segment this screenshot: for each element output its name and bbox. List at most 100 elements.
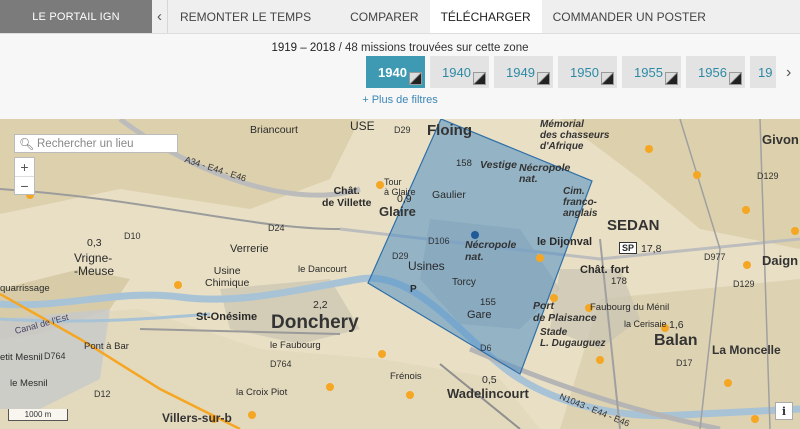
- map-label: P: [410, 284, 417, 295]
- map-label: D106: [428, 236, 450, 246]
- map-label: St-Onésime: [196, 311, 258, 323]
- map-label: Chât. de Villette: [322, 185, 372, 209]
- map-label: Gare: [467, 309, 492, 321]
- map-label: 178: [611, 276, 627, 287]
- zoom-out-button[interactable]: −: [15, 176, 34, 194]
- map-label: D129: [757, 171, 779, 181]
- missions-summary: 1919 – 2018 / 48 missions trouvées sur c…: [0, 42, 800, 54]
- map-label: Daign: [762, 253, 799, 268]
- top-nav: LE PORTAIL IGN ‹ REMONTER LE TEMPS COMPA…: [0, 0, 800, 34]
- mission-thumbnail: [537, 72, 550, 85]
- map-label: D129: [733, 279, 755, 289]
- map-label: Usines: [408, 259, 445, 273]
- date-range: 1919 – 2018: [271, 42, 336, 54]
- map-label: 0,3: [87, 237, 102, 249]
- year-label: 1950: [570, 64, 599, 80]
- mission-filter-panel: 1919 – 2018 / 48 missions trouvées sur c…: [0, 34, 800, 119]
- map-label: Vestige: [480, 159, 517, 171]
- map-label: Balan: [654, 332, 698, 349]
- tab-comparer[interactable]: COMPARER: [339, 0, 429, 33]
- year-button[interactable]: 1949: [494, 56, 553, 88]
- map-label: Gaulier: [432, 189, 466, 201]
- map-label: etit Mesnil: [0, 352, 43, 363]
- map-label: Faubourg du Ménil: [590, 302, 670, 313]
- map-label: USE: [350, 119, 375, 133]
- year-button[interactable]: 19: [750, 56, 776, 88]
- year-label: 1940: [378, 64, 407, 80]
- search-icon: 🔍︎: [19, 136, 35, 151]
- map-label: D12: [94, 389, 111, 399]
- map-label: Torcy: [452, 277, 476, 288]
- map-label: 158: [456, 158, 472, 169]
- map-label: SP: [619, 242, 638, 254]
- zoom-in-button[interactable]: +: [15, 158, 34, 176]
- map-view[interactable]: Briancourt Floing Mémorial des chasseurs…: [0, 119, 800, 429]
- map-label: D764: [44, 351, 66, 361]
- map-label: Pont à Bar: [84, 341, 129, 352]
- search-placeholder: Rechercher un lieu: [37, 137, 134, 150]
- map-label: Givon: [762, 132, 799, 147]
- map-label: D10: [124, 231, 141, 241]
- mission-thumbnail: [473, 72, 486, 85]
- year-button[interactable]: 1955: [622, 56, 681, 88]
- map-label: D6: [480, 343, 492, 353]
- map-label: D24: [268, 223, 285, 233]
- year-label: 19: [758, 64, 773, 80]
- map-label: Nécropole nat.: [519, 162, 571, 185]
- map-label: La Moncelle: [712, 343, 781, 357]
- chevron-left-icon[interactable]: ‹: [152, 0, 168, 33]
- map-label: 1,6: [669, 319, 684, 331]
- portal-ign-link[interactable]: LE PORTAIL IGN: [0, 0, 152, 33]
- tab-remonter-le-temps[interactable]: REMONTER LE TEMPS: [168, 0, 339, 33]
- map-label: 0,5: [482, 374, 497, 386]
- map-label: SEDAN: [607, 217, 660, 234]
- year-label: 1956: [698, 64, 727, 80]
- map-label: quarrissage: [0, 283, 50, 294]
- more-filters-link[interactable]: + Plus de filtres: [0, 94, 800, 106]
- mission-thumbnail: [729, 72, 742, 85]
- year-button[interactable]: 1956: [686, 56, 745, 88]
- map-label: Cim. franco- anglais: [563, 186, 598, 219]
- map-label: Usine Chimique: [205, 265, 250, 289]
- mission-thumbnail: [665, 72, 678, 85]
- map-label: 0,9: [397, 193, 412, 205]
- map-label: Nécropole nat.: [465, 239, 517, 263]
- map-label: Chât. fort: [580, 264, 629, 276]
- map-label: D977: [704, 252, 726, 262]
- map-label: D29: [392, 251, 409, 261]
- map-label: 2,2: [313, 299, 328, 311]
- map-canvas[interactable]: [0, 119, 800, 429]
- map-label: Vrigne- -Meuse: [74, 251, 115, 278]
- map-label: Donchery: [271, 312, 359, 333]
- chevron-right-icon[interactable]: ›: [786, 64, 791, 82]
- search-input[interactable]: 🔍︎ Rechercher un lieu: [14, 134, 178, 153]
- map-label: 155: [480, 297, 496, 308]
- year-carousel: 1940 1940 1949 1950 1955 1956 19: [366, 56, 776, 90]
- scale-bar: 1000 m: [8, 409, 68, 421]
- year-label: 1949: [506, 64, 535, 80]
- year-button[interactable]: 1950: [558, 56, 617, 88]
- year-button[interactable]: 1940: [366, 56, 425, 88]
- year-button[interactable]: 1940: [430, 56, 489, 88]
- tab-commander-un-poster[interactable]: COMMANDER UN POSTER: [542, 0, 717, 33]
- info-icon[interactable]: i: [775, 402, 793, 420]
- map-label: Wadelincourt: [447, 386, 529, 401]
- year-label: 1955: [634, 64, 663, 80]
- map-label: Frénois: [390, 371, 422, 382]
- map-label: le Faubourg: [270, 340, 321, 351]
- map-label: Villers-sur-b: [162, 411, 232, 425]
- map-label: D764: [270, 359, 292, 369]
- map-label: le Mesnil: [10, 378, 48, 389]
- map-label: Verrerie: [230, 243, 269, 255]
- map-label: Glaire: [379, 204, 416, 219]
- map-label: la Cerisaie: [624, 319, 667, 329]
- map-label: Port de Plaisance: [533, 300, 597, 324]
- map-label: Floing: [427, 122, 472, 139]
- tab-telecharger[interactable]: TÉLÉCHARGER: [429, 0, 542, 33]
- missions-count-text: / 48 missions trouvées sur cette zone: [335, 42, 529, 54]
- map-label: Stade L. Dugauguez: [540, 327, 606, 349]
- zoom-control: + −: [14, 157, 35, 195]
- map-label: Briancourt: [250, 124, 298, 136]
- map-label: le Dancourt: [298, 264, 347, 275]
- map-label: D29: [394, 125, 411, 135]
